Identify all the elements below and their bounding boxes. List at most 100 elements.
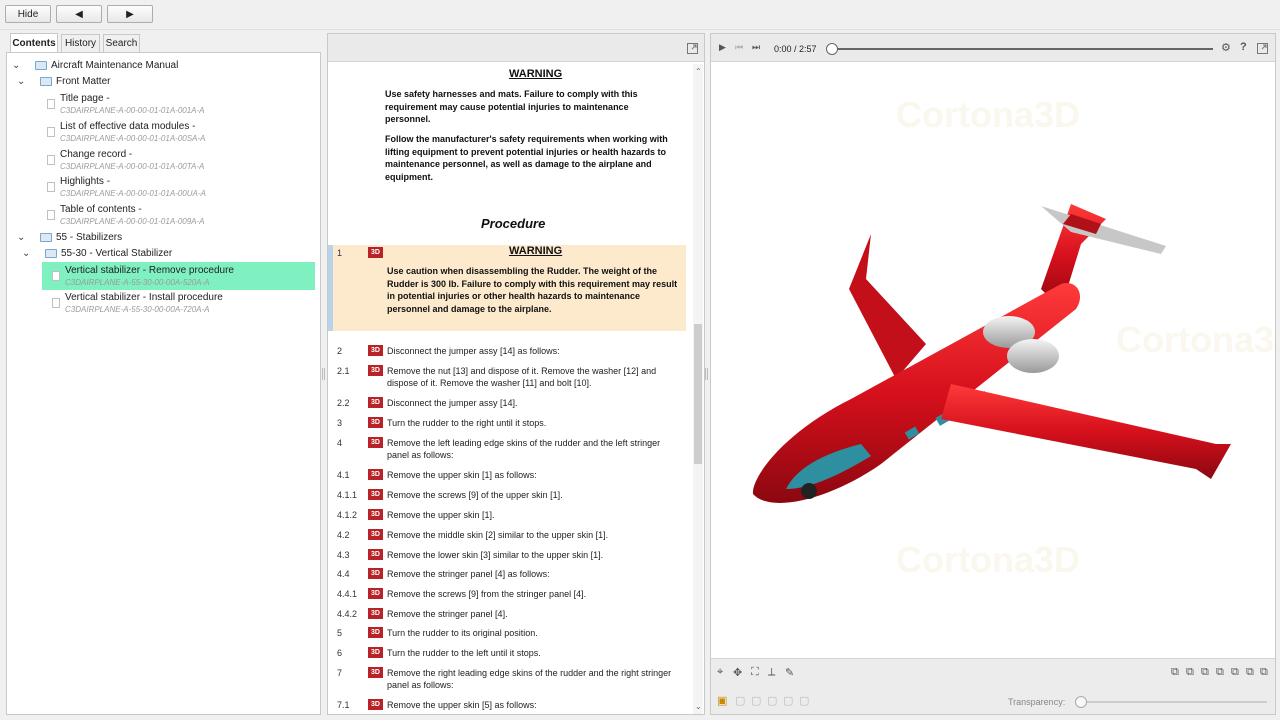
animation-toolbar: ▶ ⏮ ⏭ 0:00 / 2:57 ⚙ ? <box>711 34 1275 62</box>
view-cube-icon[interactable]: ⧉ <box>1201 666 1209 679</box>
reset-icon[interactable]: ▢ <box>783 694 793 707</box>
step-text: Disconnect the jumper assy [14] as follo… <box>387 346 560 356</box>
tree-item-highlights[interactable]: Highlights - <box>60 176 110 187</box>
3d-badge-icon[interactable]: 3D <box>368 608 383 619</box>
next-button[interactable]: ▶ <box>107 5 153 23</box>
chevron-down-icon[interactable]: ⌄ <box>17 76 27 87</box>
tree-root-aircraft-maintenance-manual[interactable]: Aircraft Maintenance Manual <box>51 60 178 71</box>
3d-badge-icon[interactable]: 3D <box>368 529 383 540</box>
time-readout: 0:00 / 2:57 <box>774 44 817 54</box>
step-text: Remove the upper skin [1] as follows: <box>387 470 537 480</box>
airplane-3d-model[interactable] <box>741 194 1241 514</box>
3d-badge-icon[interactable]: 3D <box>368 549 383 560</box>
view-cube-icon[interactable]: ⧉ <box>1171 666 1179 679</box>
folder-icon <box>45 249 57 258</box>
3d-badge-icon[interactable]: 3D <box>368 509 383 520</box>
3d-badge-icon[interactable]: 3D <box>368 647 383 658</box>
fit-view-icon[interactable]: ⛶ <box>751 666 759 679</box>
3d-badge-icon[interactable]: 3D <box>368 627 383 638</box>
previous-icon: ◀ <box>75 8 83 20</box>
step-number: 4.2 <box>337 530 350 540</box>
step-text: Remove the right leading edge skins of t… <box>387 668 672 690</box>
help-icon[interactable]: ? <box>1240 41 1247 53</box>
tab-contents[interactable]: Contents <box>10 33 58 52</box>
3d-badge-icon[interactable]: 3D <box>368 417 383 428</box>
3d-badge-icon[interactable]: 3D <box>368 437 383 448</box>
tree-item-title-page[interactable]: Title page - <box>60 93 110 104</box>
splitter-handle[interactable] <box>705 368 708 380</box>
transparency-slider-thumb[interactable] <box>1075 696 1087 708</box>
maximize-icon[interactable] <box>1257 43 1268 54</box>
3d-viewer-panel: ▶ ⏮ ⏭ 0:00 / 2:57 ⚙ ? Cortona3D Cortona3… <box>710 33 1276 715</box>
next-icon: ▶ <box>126 8 134 20</box>
3d-badge-icon[interactable]: 3D <box>368 397 383 408</box>
chevron-down-icon[interactable]: ⌄ <box>17 232 27 243</box>
view-cube-icon[interactable]: ⧉ <box>1186 666 1194 679</box>
tab-search[interactable]: Search <box>103 34 140 52</box>
tree-item-change-record[interactable]: Change record - <box>60 149 132 160</box>
view-cube-icon[interactable]: ⧉ <box>1216 666 1224 679</box>
3d-badge-icon[interactable]: 3D <box>368 247 383 258</box>
pencil-icon[interactable]: ✎ <box>785 666 794 679</box>
step-text: Remove the upper skin [5] as follows: <box>387 700 537 710</box>
tab-history[interactable]: History <box>61 34 100 52</box>
measure-icon[interactable]: ⟂ <box>768 666 775 679</box>
previous-button[interactable]: ◀ <box>56 5 102 23</box>
step-text: Remove the left leading edge skins of th… <box>387 438 661 460</box>
crosshair-icon[interactable]: ⌖ <box>717 666 723 679</box>
tree-item-list-of-effective-data-modules[interactable]: List of effective data modules - <box>60 121 195 132</box>
3d-badge-icon[interactable]: 3D <box>368 469 383 480</box>
hide-button[interactable]: Hide <box>5 5 51 23</box>
tree-item-install-procedure[interactable]: Vertical stabilizer - Install procedure <box>65 292 223 303</box>
3d-badge-icon[interactable]: 3D <box>368 365 383 376</box>
skip-back-icon[interactable]: ⏮ <box>735 42 743 53</box>
view-cube-icon[interactable]: ⧉ <box>1246 666 1254 679</box>
step-number: 3 <box>337 418 343 428</box>
tree-item-table-of-contents[interactable]: Table of contents - <box>60 204 142 215</box>
scroll-down-icon[interactable]: ⌄ <box>695 702 702 711</box>
view-cube-icon[interactable]: ⧉ <box>1260 666 1268 679</box>
document-scrollbar-thumb[interactable] <box>694 324 702 464</box>
hide-part-icon[interactable]: ▢ <box>735 694 745 707</box>
watermark: Cortona3D <box>896 94 1081 135</box>
document-icon <box>47 127 55 137</box>
viewer-bottom-toolbar: ⌖ ✥ ⛶ ⟂ ✎ ⧉ ⧉ ⧉ ⧉ ⧉ ⧉ ⧉ ▣ ▢ ▢ ▢ ▢ ▢ Tran… <box>711 658 1275 714</box>
3d-badge-icon[interactable]: 3D <box>368 667 383 678</box>
tree-item-code: C3DAIRPLANE-A-55-30-00-00A-720A-A <box>65 305 210 314</box>
document-icon <box>47 155 55 165</box>
ghost-icon[interactable]: ▢ <box>767 694 777 707</box>
scroll-up-icon[interactable]: ⌃ <box>695 67 702 76</box>
skip-forward-icon[interactable]: ⏭ <box>752 42 760 53</box>
3d-badge-icon[interactable]: 3D <box>368 345 383 356</box>
step-warning-marker <box>328 245 333 331</box>
step-number: 2 <box>337 346 343 356</box>
warning-heading: WARNING <box>509 245 563 257</box>
step-number: 4.4.2 <box>337 609 358 619</box>
3d-badge-icon[interactable]: 3D <box>368 489 383 500</box>
3d-badge-icon[interactable]: 3D <box>368 699 383 710</box>
procedure-heading: Procedure <box>481 216 546 231</box>
gear-icon[interactable]: ⚙ <box>1221 41 1231 54</box>
view-cube-icon[interactable]: ⧉ <box>1231 666 1239 679</box>
move-icon[interactable]: ✥ <box>733 666 742 679</box>
tree-item-remove-procedure[interactable]: Vertical stabilizer - Remove procedure <box>65 265 234 276</box>
isolate-icon[interactable]: ▢ <box>751 694 761 707</box>
play-icon[interactable]: ▶ <box>719 42 726 53</box>
chevron-down-icon[interactable]: ⌄ <box>12 60 22 71</box>
chevron-down-icon[interactable]: ⌄ <box>22 248 32 259</box>
3d-badge-icon[interactable]: 3D <box>368 588 383 599</box>
tree-item-55-30-vertical-stabilizer[interactable]: 55-30 - Vertical Stabilizer <box>61 248 172 259</box>
tree-item-55-stabilizers[interactable]: 55 - Stabilizers <box>56 232 122 243</box>
tree-item-code: C3DAIRPLANE-A-00-00-01-01A-009A-A <box>60 217 205 226</box>
select-icon[interactable]: ▣ <box>717 694 727 707</box>
show-all-icon[interactable]: ▢ <box>799 694 809 707</box>
timeline-track[interactable] <box>830 48 1213 50</box>
step-number: 7.1 <box>337 700 350 710</box>
3d-badge-icon[interactable]: 3D <box>368 568 383 579</box>
maximize-icon[interactable] <box>687 43 698 54</box>
step-text: Remove the lower skin [3] similar to the… <box>387 550 604 560</box>
transparency-slider-track[interactable] <box>1077 701 1267 703</box>
timeline-thumb[interactable] <box>826 43 838 55</box>
splitter-handle[interactable] <box>322 368 325 380</box>
tree-item-front-matter[interactable]: Front Matter <box>56 76 110 87</box>
